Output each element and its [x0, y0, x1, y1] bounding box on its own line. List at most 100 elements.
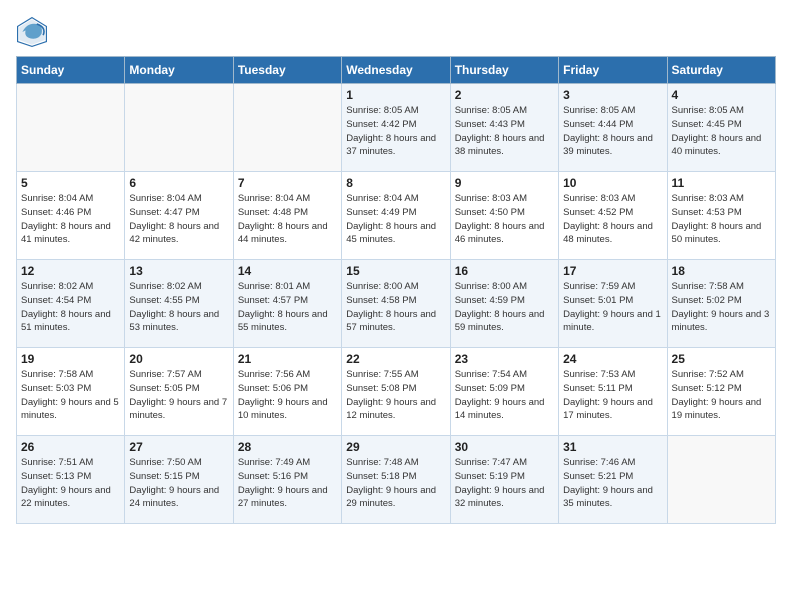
calendar-cell: 3Sunrise: 8:05 AM Sunset: 4:44 PM Daylig…: [559, 84, 667, 172]
calendar-cell: 31 Sunrise: 7:46 AM Sunset: 5:21 PM Dayli…: [559, 436, 667, 524]
calendar-cell: 20Sunrise: 7:57 AM Sunset: 5:05 PM Dayli…: [125, 348, 233, 436]
day-of-week-header: Monday: [125, 57, 233, 84]
calendar-cell: 19 Sunrise: 7:58 AM Sunset: 5:03 PM Dayli…: [17, 348, 125, 436]
day-of-week-header: Friday: [559, 57, 667, 84]
calendar-cell: 30 Sunrise: 7:47 AM Sunset: 5:19 PM Dayli…: [450, 436, 558, 524]
calendar-week-row: 12 Sunrise: 8:02 AM Sunset: 4:54 PM Dayli…: [17, 260, 776, 348]
calendar-cell: 11 Sunrise: 8:03 AM Sunset: 4:53 PM Dayli…: [667, 172, 775, 260]
calendar-cell: 28Sunrise: 7:49 AM Sunset: 5:16 PM Dayli…: [233, 436, 341, 524]
logo-icon: [16, 16, 48, 48]
calendar-cell: 21 Sunrise: 7:56 AM Sunset: 5:06 PM Dayli…: [233, 348, 341, 436]
day-number: 1: [346, 88, 445, 102]
day-number: 20: [129, 352, 228, 366]
day-info: Sunrise: 8:02 AM Sunset: 4:55 PM Dayligh…: [129, 280, 228, 335]
day-number: 30: [455, 440, 554, 454]
day-info: Sunrise: 8:04 AM Sunset: 4:49 PM Dayligh…: [346, 192, 445, 247]
calendar-cell: 1 Sunrise: 8:05 AM Sunset: 4:42 PM Daylig…: [342, 84, 450, 172]
day-of-week-header: Tuesday: [233, 57, 341, 84]
day-info: Sunrise: 8:01 AM Sunset: 4:57 PM Dayligh…: [238, 280, 337, 335]
calendar-cell: [17, 84, 125, 172]
day-number: 18: [672, 264, 771, 278]
calendar-cell: 13Sunrise: 8:02 AM Sunset: 4:55 PM Dayli…: [125, 260, 233, 348]
calendar-week-row: 1 Sunrise: 8:05 AM Sunset: 4:42 PM Daylig…: [17, 84, 776, 172]
calendar-cell: 10 Sunrise: 8:03 AM Sunset: 4:52 PM Dayli…: [559, 172, 667, 260]
calendar-cell: 27Sunrise: 7:50 AM Sunset: 5:15 PM Dayli…: [125, 436, 233, 524]
logo: [16, 16, 52, 48]
day-number: 23: [455, 352, 554, 366]
calendar-cell: 14 Sunrise: 8:01 AM Sunset: 4:57 PM Dayli…: [233, 260, 341, 348]
day-info: Sunrise: 7:47 AM Sunset: 5:19 PM Dayligh…: [455, 456, 554, 511]
day-info: Sunrise: 7:54 AM Sunset: 5:09 PM Dayligh…: [455, 368, 554, 423]
day-info: Sunrise: 8:04 AM Sunset: 4:48 PM Dayligh…: [238, 192, 337, 247]
day-info: Sunrise: 8:03 AM Sunset: 4:53 PM Dayligh…: [672, 192, 771, 247]
calendar-cell: 29 Sunrise: 7:48 AM Sunset: 5:18 PM Dayli…: [342, 436, 450, 524]
day-number: 19: [21, 352, 120, 366]
calendar-week-row: 19 Sunrise: 7:58 AM Sunset: 5:03 PM Dayli…: [17, 348, 776, 436]
calendar-cell: 12 Sunrise: 8:02 AM Sunset: 4:54 PM Dayli…: [17, 260, 125, 348]
day-number: 16: [455, 264, 554, 278]
calendar-cell: [125, 84, 233, 172]
calendar-cell: 17Sunrise: 7:59 AM Sunset: 5:01 PM Dayli…: [559, 260, 667, 348]
day-number: 4: [672, 88, 771, 102]
day-info: Sunrise: 7:56 AM Sunset: 5:06 PM Dayligh…: [238, 368, 337, 423]
day-number: 11: [672, 176, 771, 190]
calendar-cell: 18 Sunrise: 7:58 AM Sunset: 5:02 PM Dayli…: [667, 260, 775, 348]
day-number: 17: [563, 264, 662, 278]
calendar-cell: 23 Sunrise: 7:54 AM Sunset: 5:09 PM Dayli…: [450, 348, 558, 436]
day-info: Sunrise: 7:58 AM Sunset: 5:02 PM Dayligh…: [672, 280, 771, 335]
days-of-week-row: SundayMondayTuesdayWednesdayThursdayFrid…: [17, 57, 776, 84]
day-number: 6: [129, 176, 228, 190]
day-info: Sunrise: 8:05 AM Sunset: 4:42 PM Dayligh…: [346, 104, 445, 159]
day-info: Sunrise: 8:04 AM Sunset: 4:46 PM Dayligh…: [21, 192, 120, 247]
day-info: Sunrise: 8:05 AM Sunset: 4:45 PM Dayligh…: [672, 104, 771, 159]
calendar-cell: 24 Sunrise: 7:53 AM Sunset: 5:11 PM Dayli…: [559, 348, 667, 436]
calendar-cell: 16Sunrise: 8:00 AM Sunset: 4:59 PM Dayli…: [450, 260, 558, 348]
day-info: Sunrise: 7:50 AM Sunset: 5:15 PM Dayligh…: [129, 456, 228, 511]
day-info: Sunrise: 8:03 AM Sunset: 4:52 PM Dayligh…: [563, 192, 662, 247]
day-number: 31: [563, 440, 662, 454]
day-of-week-header: Thursday: [450, 57, 558, 84]
day-info: Sunrise: 8:02 AM Sunset: 4:54 PM Dayligh…: [21, 280, 120, 335]
calendar-table: SundayMondayTuesdayWednesdayThursdayFrid…: [16, 56, 776, 524]
calendar-cell: 2Sunrise: 8:05 AM Sunset: 4:43 PM Daylig…: [450, 84, 558, 172]
calendar-cell: 6 Sunrise: 8:04 AM Sunset: 4:47 PM Daylig…: [125, 172, 233, 260]
day-info: Sunrise: 8:05 AM Sunset: 4:43 PM Dayligh…: [455, 104, 554, 159]
day-number: 7: [238, 176, 337, 190]
calendar-week-row: 26Sunrise: 7:51 AM Sunset: 5:13 PM Dayli…: [17, 436, 776, 524]
day-info: Sunrise: 7:46 AM Sunset: 5:21 PM Dayligh…: [563, 456, 662, 511]
day-info: Sunrise: 8:05 AM Sunset: 4:44 PM Dayligh…: [563, 104, 662, 159]
day-number: 28: [238, 440, 337, 454]
day-info: Sunrise: 8:04 AM Sunset: 4:47 PM Dayligh…: [129, 192, 228, 247]
day-number: 12: [21, 264, 120, 278]
calendar-cell: [233, 84, 341, 172]
calendar-cell: 8 Sunrise: 8:04 AM Sunset: 4:49 PM Daylig…: [342, 172, 450, 260]
day-number: 14: [238, 264, 337, 278]
calendar-header: SundayMondayTuesdayWednesdayThursdayFrid…: [17, 57, 776, 84]
day-number: 10: [563, 176, 662, 190]
day-of-week-header: Saturday: [667, 57, 775, 84]
day-info: Sunrise: 7:48 AM Sunset: 5:18 PM Dayligh…: [346, 456, 445, 511]
day-info: Sunrise: 7:53 AM Sunset: 5:11 PM Dayligh…: [563, 368, 662, 423]
day-number: 21: [238, 352, 337, 366]
calendar-cell: 25Sunrise: 7:52 AM Sunset: 5:12 PM Dayli…: [667, 348, 775, 436]
day-number: 22: [346, 352, 445, 366]
day-info: Sunrise: 8:00 AM Sunset: 4:58 PM Dayligh…: [346, 280, 445, 335]
day-info: Sunrise: 7:58 AM Sunset: 5:03 PM Dayligh…: [21, 368, 120, 423]
day-number: 8: [346, 176, 445, 190]
calendar-cell: 5Sunrise: 8:04 AM Sunset: 4:46 PM Daylig…: [17, 172, 125, 260]
calendar-cell: 26Sunrise: 7:51 AM Sunset: 5:13 PM Dayli…: [17, 436, 125, 524]
calendar-body: 1 Sunrise: 8:05 AM Sunset: 4:42 PM Daylig…: [17, 84, 776, 524]
page-header: [16, 16, 776, 48]
calendar-cell: 4 Sunrise: 8:05 AM Sunset: 4:45 PM Daylig…: [667, 84, 775, 172]
day-of-week-header: Wednesday: [342, 57, 450, 84]
day-info: Sunrise: 8:03 AM Sunset: 4:50 PM Dayligh…: [455, 192, 554, 247]
calendar-week-row: 5Sunrise: 8:04 AM Sunset: 4:46 PM Daylig…: [17, 172, 776, 260]
calendar-cell: 9 Sunrise: 8:03 AM Sunset: 4:50 PM Daylig…: [450, 172, 558, 260]
day-number: 29: [346, 440, 445, 454]
day-info: Sunrise: 7:55 AM Sunset: 5:08 PM Dayligh…: [346, 368, 445, 423]
day-number: 9: [455, 176, 554, 190]
day-number: 25: [672, 352, 771, 366]
day-number: 24: [563, 352, 662, 366]
day-info: Sunrise: 7:51 AM Sunset: 5:13 PM Dayligh…: [21, 456, 120, 511]
calendar-cell: 22 Sunrise: 7:55 AM Sunset: 5:08 PM Dayli…: [342, 348, 450, 436]
